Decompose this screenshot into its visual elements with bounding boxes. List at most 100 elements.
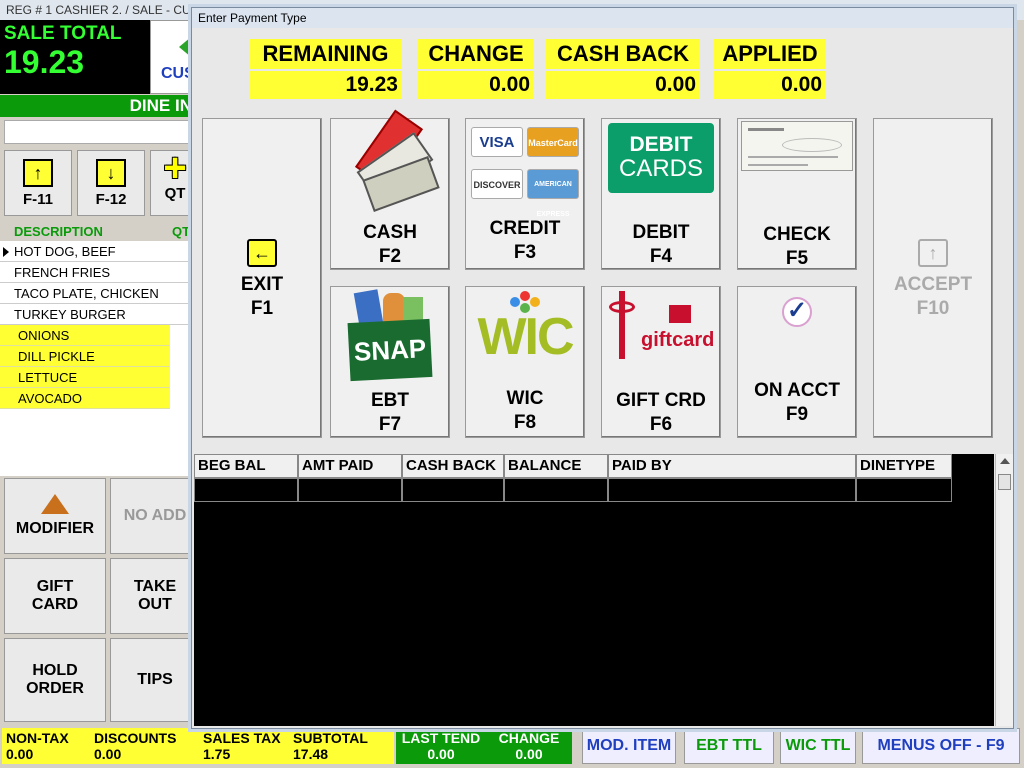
- totals-status-bar: NON-TAX 0.00 DISCOUNTS 0.00 SALES TAX 1.75 …: [2, 728, 394, 764]
- remaining-label: REMAINING: [249, 39, 402, 69]
- gift-card-tender-button[interactable]: giftcard GIFT CRD F6: [601, 286, 721, 438]
- last-tend-stat: LAST TEND 0.00: [401, 730, 481, 762]
- modifier-label: MODIFIER: [15, 520, 95, 537]
- exit-button[interactable]: ← EXIT F1: [202, 118, 322, 438]
- checkmark-icon: ✓: [782, 297, 812, 327]
- check-key: F5: [785, 248, 809, 269]
- discounts-stat: DISCOUNTS 0.00: [94, 730, 177, 762]
- check-label: CHECK: [763, 224, 831, 245]
- cash-label: CASH: [363, 222, 417, 243]
- f12-label: F-12: [95, 191, 127, 208]
- gift-card-label: CARD: [31, 596, 79, 613]
- cash-back-value: 0.00: [546, 71, 700, 99]
- non-tax-stat: NON-TAX 0.00: [6, 730, 69, 762]
- snap-icon: SNAP: [347, 289, 433, 383]
- debit-cards-icon: DEBIT CARDS: [608, 123, 714, 193]
- gift-crd-key: F6: [649, 414, 673, 435]
- dinetype-header: DINETYPE: [856, 454, 952, 478]
- dine-in-bar: DINE IN: [0, 95, 200, 117]
- on-acct-key: F9: [785, 404, 809, 425]
- wic-icon: WIC: [477, 308, 574, 366]
- table-scrollbar[interactable]: [995, 454, 1013, 726]
- selected-row-icon: [3, 247, 9, 257]
- cash-back-label: CASH BACK: [546, 39, 700, 69]
- arrow-left-icon: [179, 37, 191, 57]
- balance-header: BALANCE: [504, 454, 608, 478]
- applied-label: APPLIED: [714, 39, 826, 69]
- item-name: LETTUCE: [18, 370, 78, 385]
- sales-tax-stat: SALES TAX 1.75: [203, 730, 281, 762]
- sale-total-label: SALE TOTAL: [4, 23, 122, 44]
- item-name: FRENCH FRIES: [14, 265, 111, 280]
- wic-button[interactable]: WIC WIC F8: [465, 286, 585, 438]
- wic-key: F8: [513, 412, 537, 433]
- sale-total-value: 19.23: [4, 44, 85, 80]
- list-item-modifier[interactable]: DILL PICKLE: [0, 346, 170, 367]
- scroll-up-icon[interactable]: [1000, 458, 1010, 464]
- list-item[interactable]: TACO PLATE, CHICKEN: [0, 283, 200, 304]
- no-add-button[interactable]: NO ADD: [110, 478, 200, 554]
- pizza-icon: [41, 494, 69, 514]
- item-list-header: DESCRIPTION QT: [0, 222, 200, 240]
- list-item-modifier[interactable]: AVOCADO: [0, 388, 170, 409]
- accept-button[interactable]: ↑ ACCEPT F10: [873, 118, 993, 438]
- tips-label: TIPS: [137, 671, 173, 688]
- item-name: HOT DOG, BEEF: [14, 244, 116, 259]
- cash-button[interactable]: CASH F2: [330, 109, 450, 270]
- item-name: DILL PICKLE: [18, 349, 95, 364]
- gift-crd-label: GIFT CRD: [616, 390, 706, 411]
- tender-table: BEG BAL AMT PAID CASH BACK BALANCE PAID …: [194, 454, 994, 726]
- debit-key: F4: [649, 246, 673, 267]
- list-item[interactable]: HOT DOG, BEEF: [0, 241, 200, 262]
- item-name: TACO PLATE, CHICKEN: [14, 286, 159, 301]
- table-cell[interactable]: [298, 478, 402, 502]
- check-icon: [741, 121, 853, 171]
- cash-key: F2: [378, 246, 402, 267]
- hold-order-label: ORDER: [26, 680, 84, 697]
- list-item[interactable]: FRENCH FRIES: [0, 262, 200, 283]
- hold-order-button[interactable]: HOLD ORDER: [4, 638, 106, 722]
- exit-label: EXIT: [240, 274, 284, 295]
- menus-off-button[interactable]: MENUS OFF - F9: [862, 728, 1020, 764]
- f11-button[interactable]: ↑ F-11: [4, 150, 72, 216]
- ebt-label: EBT: [371, 390, 409, 411]
- ebt-total-button[interactable]: EBT TTL: [684, 728, 774, 764]
- table-cell[interactable]: [194, 478, 298, 502]
- wic-total-button[interactable]: WIC TTL: [780, 728, 856, 764]
- on-acct-label: ON ACCT: [754, 380, 840, 401]
- take-out-button[interactable]: TAKE OUT: [110, 558, 200, 634]
- credit-label: CREDIT: [489, 218, 561, 239]
- table-cell[interactable]: [402, 478, 504, 502]
- dialog-title: Enter Payment Type: [192, 8, 1013, 28]
- check-button[interactable]: CHECK F5: [737, 118, 857, 270]
- payment-type-dialog: Enter Payment Type REMAINING 19.23 CHANG…: [191, 7, 1014, 729]
- list-item-modifier[interactable]: ONIONS: [0, 325, 170, 346]
- gift-card-button[interactable]: GIFT CARD: [4, 558, 106, 634]
- list-item[interactable]: TURKEY BURGER: [0, 304, 200, 325]
- item-entry-input[interactable]: [4, 120, 200, 144]
- arrow-up-icon: ↑: [23, 159, 53, 187]
- modifier-button[interactable]: MODIFIER: [4, 478, 106, 554]
- take-out-label: OUT: [138, 596, 172, 613]
- on-account-button[interactable]: ✓ ON ACCT F9: [737, 286, 857, 438]
- scrollbar-thumb[interactable]: [998, 474, 1011, 490]
- item-name: AVOCADO: [18, 391, 83, 406]
- item-name: ONIONS: [18, 328, 70, 343]
- table-cell[interactable]: [856, 478, 952, 502]
- table-cell[interactable]: [504, 478, 608, 502]
- amt-paid-header: AMT PAID: [298, 454, 402, 478]
- table-cell[interactable]: [608, 478, 856, 502]
- giftcard-icon: giftcard: [605, 289, 717, 361]
- sale-total-panel: SALE TOTAL 19.23: [0, 20, 150, 94]
- mod-item-button[interactable]: MOD. ITEM: [582, 728, 676, 764]
- ebt-key: F7: [378, 414, 402, 435]
- list-item-modifier[interactable]: LETTUCE: [0, 367, 170, 388]
- credit-button[interactable]: VISA MasterCard DISCOVER AMERICAN EXPRES…: [465, 118, 585, 270]
- ebt-button[interactable]: SNAP EBT F7: [330, 286, 450, 438]
- f12-button[interactable]: ↓ F-12: [77, 150, 145, 216]
- tips-button[interactable]: TIPS: [110, 638, 200, 722]
- debit-button[interactable]: DEBIT CARDS DEBIT F4: [601, 118, 721, 270]
- hold-order-label: HOLD: [32, 662, 78, 679]
- beg-bal-header: BEG BAL: [194, 454, 298, 478]
- tender-status-bar: LAST TEND 0.00 CHANGE 0.00: [396, 728, 572, 764]
